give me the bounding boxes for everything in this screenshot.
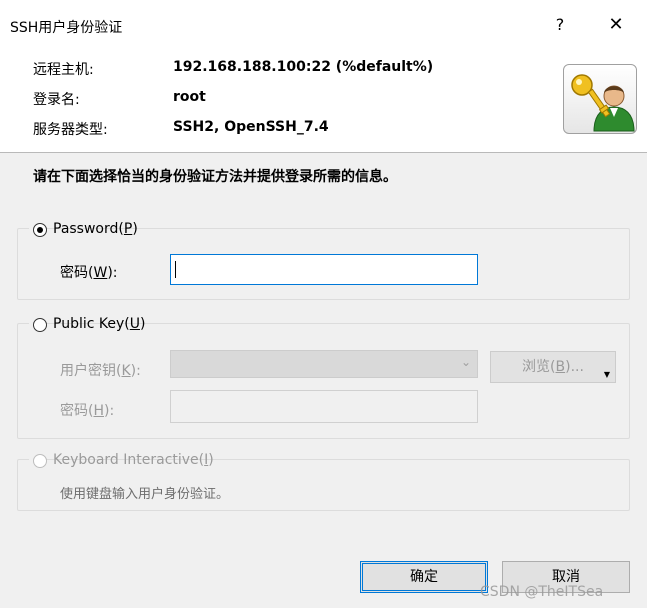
keyboard-interactive-radio-option[interactable]: Keyboard Interactive(I) [29,451,214,473]
window-title: SSH用户身份验证 [10,20,123,36]
connection-info-panel: 远程主机: 192.168.188.100:22 (%default%) 登录名… [0,46,647,152]
remote-host-value: 192.168.188.100:22 (%default%) [173,59,434,75]
passphrase-label: 密码(H): [60,403,115,419]
text-caret [175,261,176,278]
help-button[interactable]: ? [540,10,580,40]
passphrase-input[interactable] [170,390,478,423]
server-type-value: SSH2, OpenSSH_7.4 [173,119,329,135]
instruction-text: 请在下面选择恰当的身份验证方法并提供登录所需的信息。 [33,169,397,185]
browse-button[interactable]: 浏览(B)... ▼ [490,351,616,383]
password-radio-label: Password(P) [53,221,138,237]
title-bar: SSH用户身份验证 ? ✕ [0,0,647,46]
user-key-select[interactable]: ⌄ [170,350,478,378]
browse-button-label: 浏览(B)... [522,359,584,375]
password-radio-option[interactable]: Password(P) [29,220,138,242]
password-input[interactable] [170,254,478,285]
public-key-radio-option[interactable]: Public Key(U) [29,315,145,337]
server-type-label: 服务器类型: [33,122,108,138]
user-key-icon [563,64,637,134]
public-key-radio-label: Public Key(U) [53,316,146,332]
keyboard-interactive-hint: 使用键盘输入用户身份验证。 [60,487,230,502]
chevron-down-icon: ⌄ [460,355,471,369]
watermark: CSDN @TheITSea [480,584,604,600]
close-button[interactable]: ✕ [596,10,636,40]
login-name-label: 登录名: [33,92,80,108]
remote-host-label: 远程主机: [33,62,94,78]
public-key-radio[interactable] [33,318,47,332]
header-separator [0,152,647,153]
password-radio[interactable] [33,223,47,237]
ok-button[interactable]: 确定 [360,561,488,593]
password-field-label: 密码(W): [60,265,118,281]
dropdown-arrow-icon: ▼ [603,370,610,379]
login-name-value: root [173,89,206,105]
user-key-label: 用户密钥(K): [60,363,141,379]
keyboard-interactive-radio-label: Keyboard Interactive(I) [53,452,214,468]
keyboard-interactive-radio[interactable] [33,454,47,468]
